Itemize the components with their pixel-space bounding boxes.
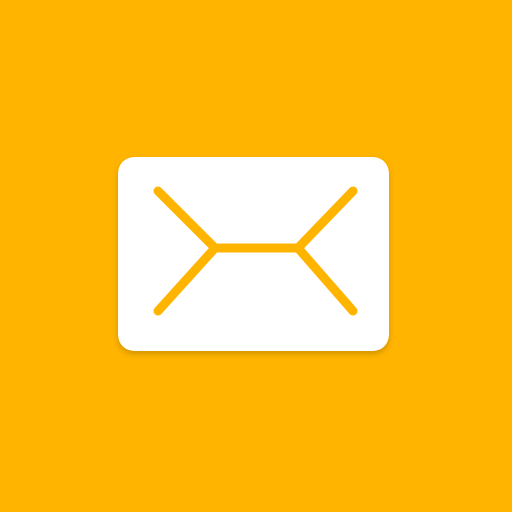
app-icon-background — [0, 0, 512, 512]
mail-icon — [118, 157, 389, 351]
envelope-body — [118, 157, 389, 351]
